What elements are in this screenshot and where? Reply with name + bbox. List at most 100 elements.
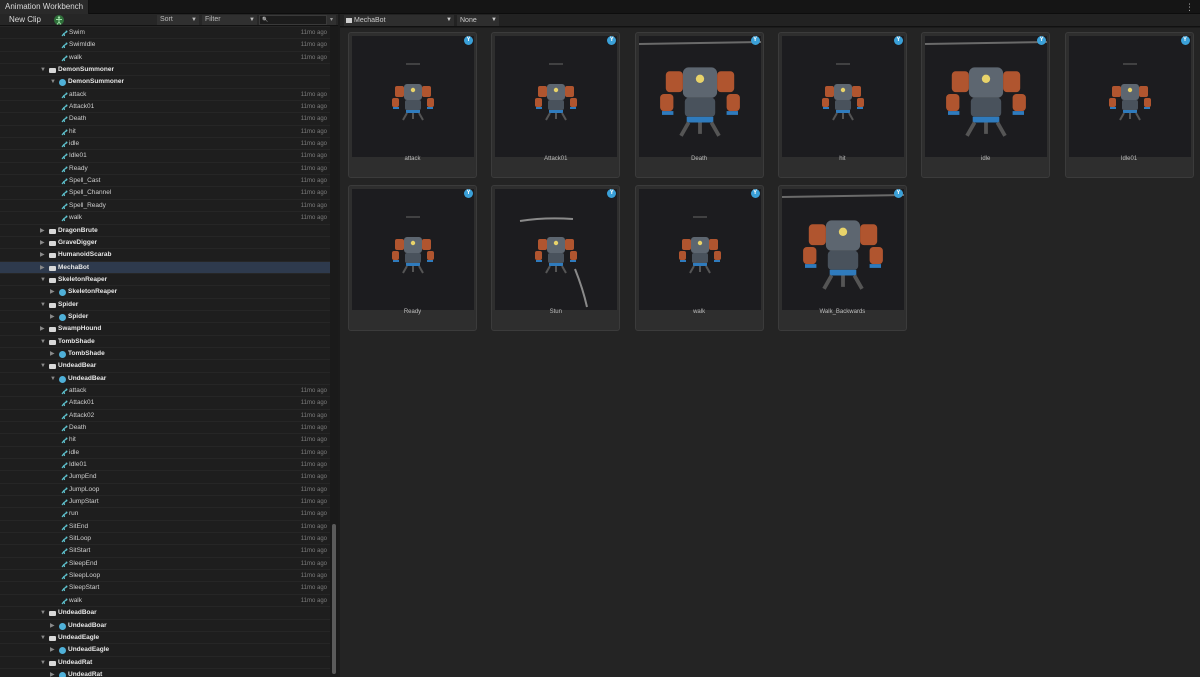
clip-row[interactable]: walk 11mo ago [0, 50, 330, 63]
model-dropdown[interactable]: MechaBot ▼ [344, 15, 454, 26]
clip-row[interactable]: Spell_Ready 11mo ago [0, 198, 330, 211]
clip-row[interactable]: Idle01 11mo ago [0, 149, 330, 161]
clip-row[interactable]: JumpStart 11mo ago [0, 495, 330, 507]
more-options-icon[interactable]: ⋮ [1185, 0, 1194, 14]
clip-row[interactable]: attack 11mo ago [0, 383, 330, 396]
clip-row[interactable]: walk 11mo ago [0, 593, 330, 606]
tab-animation-workbench[interactable]: Animation Workbench [0, 0, 90, 14]
clip-preview-thumbnail[interactable] [495, 36, 618, 157]
model-icon [59, 622, 66, 630]
model-row[interactable]: ▶ UndeadRat [0, 667, 330, 677]
clip-card[interactable]: Yidle [921, 32, 1051, 178]
clip-row[interactable]: idle 11mo ago [0, 445, 330, 458]
clip-row[interactable]: run 11mo ago [0, 507, 330, 519]
folder-row[interactable]: ▼ UndeadEagle [0, 630, 330, 643]
filter-label: Filter [205, 16, 221, 23]
model-row[interactable]: ▶ UndeadEagle [0, 643, 330, 655]
folder-row[interactable]: ▼ Spider [0, 297, 330, 310]
clip-row[interactable]: SitStart 11mo ago [0, 544, 330, 556]
clip-row[interactable]: SleepLoop 11mo ago [0, 569, 330, 581]
folder-row[interactable]: ▼ UndeadBear [0, 359, 330, 371]
clip-card-label: attack [404, 156, 421, 162]
animation-clip-icon [61, 215, 68, 222]
clip-card[interactable]: Y Attack01 [491, 32, 621, 178]
clip-row[interactable]: Attack01 11mo ago [0, 396, 330, 408]
clip-row[interactable]: Spell_Cast 11mo ago [0, 174, 330, 186]
expand-right-icon[interactable]: ▶ [50, 669, 58, 677]
model-icon [59, 647, 66, 655]
clip-row[interactable]: walk 11mo ago [0, 211, 330, 223]
folder-row[interactable]: ▼ UndeadRat [0, 655, 330, 668]
animation-clip-icon [61, 598, 68, 605]
clip-preview-thumbnail[interactable] [781, 36, 904, 157]
clip-row[interactable]: Idle01 11mo ago [0, 458, 330, 470]
folder-row[interactable]: ▶ HumanoidScarab [0, 248, 330, 260]
filter-dropdown[interactable]: Filter ▼ [202, 15, 257, 25]
clip-row[interactable]: idle 11mo ago [0, 137, 330, 149]
clip-row[interactable]: Ready 11mo ago [0, 161, 330, 174]
clip-row[interactable]: SitLoop 11mo ago [0, 532, 330, 544]
clip-grid: Yattack Y Attack01 Y Death Yhit Y idle Y… [340, 28, 1200, 677]
clip-preview-thumbnail[interactable] [638, 36, 761, 157]
clip-row[interactable]: Attack02 11mo ago [0, 408, 330, 421]
clip-preview-thumbnail[interactable] [925, 36, 1048, 157]
folder-icon [49, 327, 56, 333]
clip-row[interactable]: hit 11mo ago [0, 433, 330, 445]
character-icon[interactable] [52, 14, 66, 26]
clip-card[interactable]: Y Walk_Backwards [777, 185, 907, 331]
search-input[interactable]: 🔍 [259, 15, 327, 25]
clip-row[interactable]: SitEnd 11mo ago [0, 519, 330, 532]
clip-card-label: idle [981, 156, 991, 162]
clip-preview-thumbnail[interactable] [781, 189, 904, 310]
clip-row[interactable]: Swim 11mo ago [0, 26, 330, 38]
folder-row[interactable]: ▼ DemonSummoner [0, 63, 330, 75]
animation-clip-icon [61, 116, 68, 123]
clip-row[interactable]: SleepEnd 11mo ago [0, 556, 330, 569]
model-icon [59, 375, 66, 383]
clip-preview-thumbnail[interactable] [638, 189, 761, 310]
sort-dropdown[interactable]: Sort ▼ [157, 15, 199, 25]
clip-card[interactable]: Y Ready [348, 185, 477, 331]
clip-row[interactable]: Death 11mo ago [0, 112, 330, 124]
clip-preview-thumbnail[interactable] [495, 189, 618, 310]
clip-row[interactable]: SwimIdle 11mo ago [0, 38, 330, 50]
folder-row[interactable]: ▶ SwampHound [0, 322, 330, 334]
clip-row[interactable]: attack 11mo ago [0, 87, 330, 100]
folder-row[interactable]: ▼ SkeletonReaper [0, 272, 330, 285]
clip-preview-thumbnail[interactable] [1068, 36, 1191, 157]
chevron-down-icon: ▼ [491, 17, 497, 23]
model-row[interactable]: ▶ Spider [0, 309, 330, 322]
clip-row[interactable]: Attack01 11mo ago [0, 100, 330, 112]
folder-row[interactable]: ▼ UndeadBoar [0, 606, 330, 618]
model-icon [59, 79, 66, 87]
clip-row[interactable]: SleepStart 11mo ago [0, 581, 330, 593]
clip-card[interactable]: Y Death [634, 32, 764, 178]
folder-row[interactable]: ▶ DragonBrute [0, 223, 330, 236]
model-row[interactable]: ▼ UndeadBear [0, 371, 330, 384]
new-clip-button[interactable]: New Clip [0, 14, 50, 26]
model-row[interactable]: ▶ UndeadBoar [0, 618, 330, 631]
folder-row[interactable]: ▼ TombShade [0, 334, 330, 347]
clip-card[interactable]: Y Stun [491, 185, 621, 331]
clip-preview-thumbnail[interactable] [352, 189, 474, 310]
clip-row[interactable]: Death 11mo ago [0, 421, 330, 433]
folder-row[interactable]: ▶ MechaBot [0, 260, 330, 273]
clip-row[interactable]: Spell_Channel 11mo ago [0, 186, 330, 198]
model-row[interactable]: ▼ DemonSummoner [0, 75, 330, 87]
folder-row[interactable]: ▶ GraveDigger [0, 235, 330, 248]
search-options-icon[interactable]: ▾ [327, 15, 336, 25]
clip-card[interactable]: Yhit [777, 32, 907, 178]
clip-row[interactable]: hit 11mo ago [0, 124, 330, 137]
animation-clip-icon [61, 129, 68, 136]
clip-card[interactable]: Ywalk [634, 185, 764, 331]
clip-card[interactable]: Yattack [348, 32, 477, 178]
clip-row[interactable]: JumpLoop 11mo ago [0, 482, 330, 495]
model-row[interactable]: ▶ TombShade [0, 346, 330, 359]
clip-preview-thumbnail[interactable] [352, 36, 474, 157]
clip-row[interactable]: JumpEnd 11mo ago [0, 470, 330, 482]
secondary-filter-dropdown[interactable]: None ▼ [457, 15, 499, 26]
model-row[interactable]: ▶ SkeletonReaper [0, 285, 330, 297]
animation-clip-icon [61, 203, 68, 210]
tree-scrollbar[interactable] [332, 524, 336, 674]
clip-card[interactable]: Y Idle01 [1064, 32, 1194, 178]
